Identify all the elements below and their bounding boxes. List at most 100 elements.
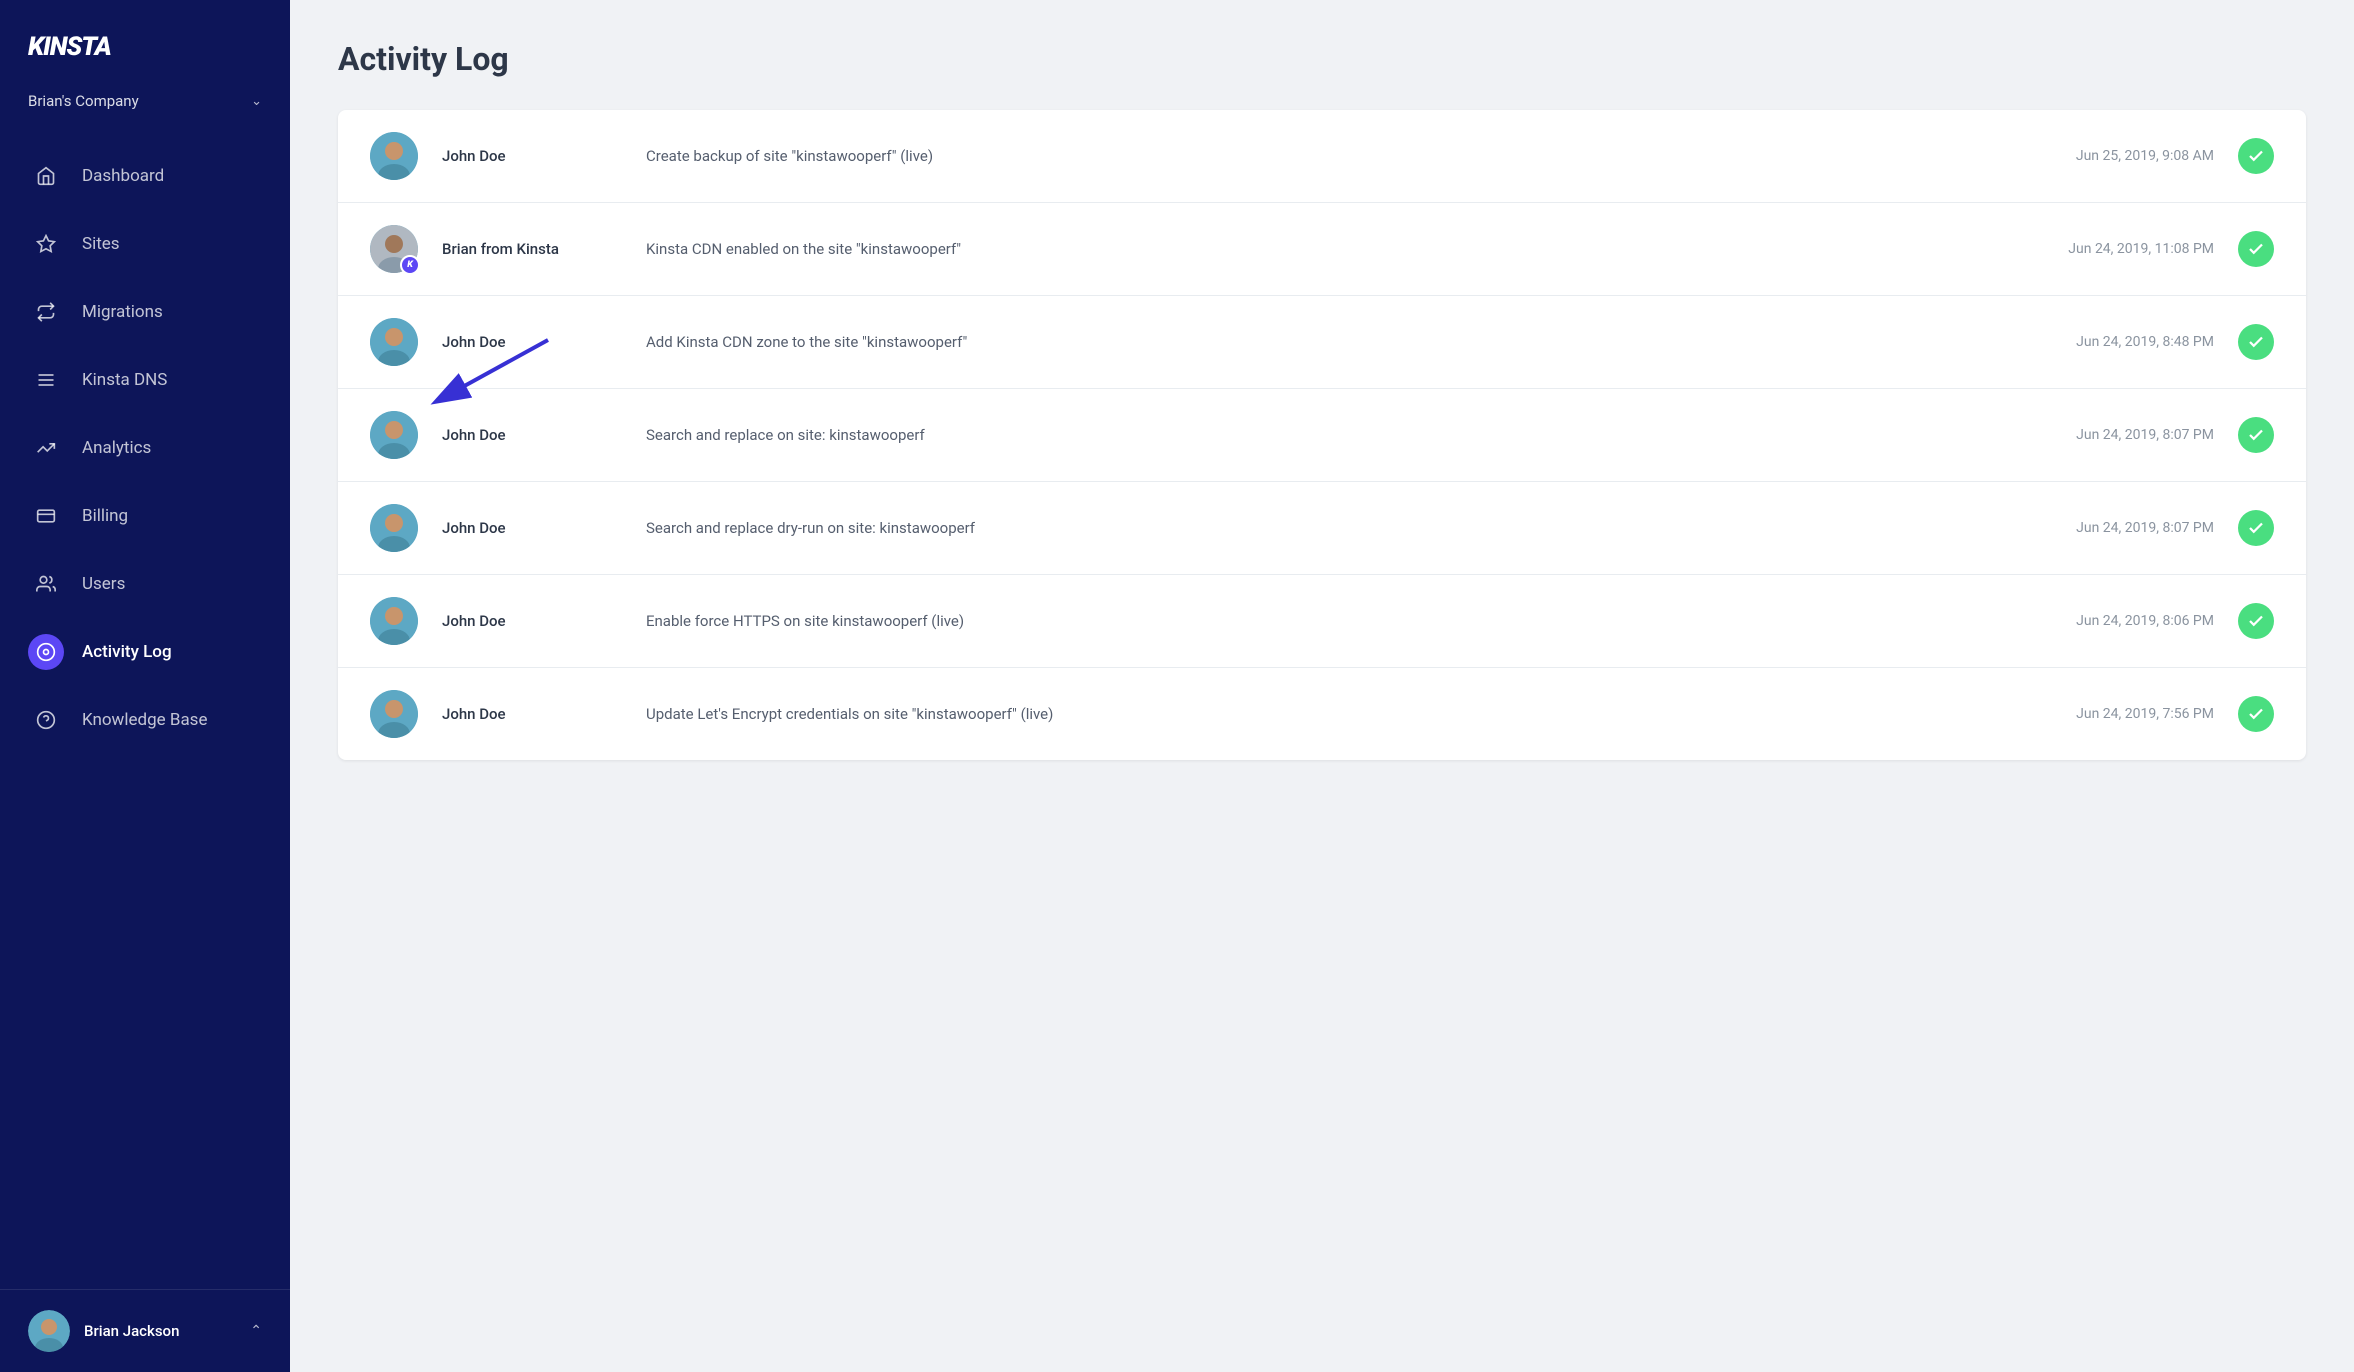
sidebar-item-knowledge-base[interactable]: Knowledge Base [0,686,290,754]
nav-icon-wrap-dns [28,362,64,398]
nav-icon-wrap-activity [28,634,64,670]
activity-time-row6: Jun 24, 2019, 8:06 PM [2014,613,2214,629]
knowledge-base-icon [36,710,56,730]
avatar-image [28,1310,70,1352]
avatar-circle-row4 [370,411,418,459]
user-info: Brian Jackson [28,1310,179,1352]
sidebar-item-sites[interactable]: Sites [0,210,290,278]
analytics-icon [36,438,56,458]
activity-action-row1: Create backup of site "kinstawooperf" (l… [646,147,1990,165]
table-row: John Doe Add Kinsta CDN zone to the site… [338,296,2306,389]
activity-avatar-row1 [370,132,418,180]
activity-avatar-row3 [370,318,418,366]
user-name: Brian Jackson [84,1322,179,1340]
nav-icon-wrap-billing [28,498,64,534]
activity-status-row7 [2238,696,2274,732]
sidebar-item-dashboard[interactable]: Dashboard [0,142,290,210]
check-icon-row2 [2247,240,2265,258]
table-row: John Doe Create backup of site "kinstawo… [338,110,2306,203]
activity-status-row1 [2238,138,2274,174]
activity-status-row4 [2238,417,2274,453]
sidebar-item-analytics[interactable]: Analytics [0,414,290,482]
activity-time-row5: Jun 24, 2019, 8:07 PM [2014,520,2214,536]
avatar-circle-row3 [370,318,418,366]
activity-avatar-row4 [370,411,418,459]
check-icon-row4 [2247,426,2265,444]
activity-list-wrapper: John Doe Create backup of site "kinstawo… [338,110,2306,760]
activity-status-row2 [2238,231,2274,267]
avatar-img-row1 [370,132,418,180]
sidebar-label-billing: Billing [82,506,128,526]
activity-time-row2: Jun 24, 2019, 11:08 PM [2014,241,2214,257]
billing-icon [36,506,56,526]
sidebar-label-knowledge-base: Knowledge Base [82,710,207,730]
nav-icon-wrap-dashboard [28,158,64,194]
table-row: John Doe Enable force HTTPS on site kins… [338,575,2306,668]
avatar-img-row3 [370,318,418,366]
avatar-circle-row5 [370,504,418,552]
nav-icon-wrap-migrations [28,294,64,330]
activity-user-row5: John Doe [442,519,622,537]
activity-avatar-row7 [370,690,418,738]
nav-icon-wrap-users [28,566,64,602]
nav-icon-wrap-knowledge [28,702,64,738]
main-content: Activity Log [290,0,2354,1372]
table-row: K Brian from Kinsta Kinsta CDN enabled o… [338,203,2306,296]
home-icon [36,166,56,186]
activity-action-row7: Update Let's Encrypt credentials on site… [646,705,1990,723]
avatar-img-row4 [370,411,418,459]
nav-icon-wrap-analytics [28,430,64,466]
dns-icon [36,370,56,390]
sidebar-item-migrations[interactable]: Migrations [0,278,290,346]
avatar-circle-row7 [370,690,418,738]
activity-time-row3: Jun 24, 2019, 8:48 PM [2014,334,2214,350]
activity-time-row1: Jun 25, 2019, 9:08 AM [2014,148,2214,164]
nav-icon-wrap-sites [28,226,64,262]
activity-log-icon [36,642,56,662]
activity-avatar-row5 [370,504,418,552]
activity-time-row7: Jun 24, 2019, 7:56 PM [2014,706,2214,722]
sidebar: KINSTA Brian's Company ⌄ Dashboard Sites [0,0,290,1372]
activity-user-row6: John Doe [442,612,622,630]
sidebar-item-users[interactable]: Users [0,550,290,618]
activity-time-row4: Jun 24, 2019, 8:07 PM [2014,427,2214,443]
avatar-img-row5 [370,504,418,552]
sidebar-label-activity-log: Activity Log [82,642,172,662]
sidebar-item-billing[interactable]: Billing [0,482,290,550]
company-name: Brian's Company [28,92,139,110]
check-icon-row5 [2247,519,2265,537]
page-title: Activity Log [338,40,2306,78]
sidebar-label-kinsta-dns: Kinsta DNS [82,370,167,390]
sidebar-nav: Dashboard Sites Migrations [0,134,290,1289]
activity-avatar-row2: K [370,225,418,273]
check-icon-row1 [2247,147,2265,165]
check-icon-row7 [2247,705,2265,723]
user-avatar [28,1310,70,1352]
activity-user-row2: Brian from Kinsta [442,240,622,258]
table-row: John Doe Search and replace on site: kin… [338,389,2306,482]
company-selector[interactable]: Brian's Company ⌄ [0,82,290,134]
table-row: John Doe Update Let's Encrypt credential… [338,668,2306,760]
chevron-down-icon: ⌄ [251,94,262,109]
activity-user-row1: John Doe [442,147,622,165]
activity-user-row3: John Doe [442,333,622,351]
activity-user-row4: John Doe [442,426,622,444]
sidebar-label-sites: Sites [82,234,120,254]
users-icon [36,574,56,594]
sites-icon [36,234,56,254]
activity-action-row3: Add Kinsta CDN zone to the site "kinstaw… [646,333,1990,351]
sidebar-label-dashboard: Dashboard [82,166,164,186]
kinsta-logo: KINSTA [28,32,262,62]
avatar-circle-row6 [370,597,418,645]
activity-status-row3 [2238,324,2274,360]
sidebar-label-migrations: Migrations [82,302,163,322]
avatar-img-row6 [370,597,418,645]
logo-area: KINSTA [0,0,290,82]
table-row: John Doe Search and replace dry-run on s… [338,482,2306,575]
sidebar-label-users: Users [82,574,125,594]
kinsta-badge: K [400,255,420,275]
sidebar-item-kinsta-dns[interactable]: Kinsta DNS [0,346,290,414]
sidebar-item-activity-log[interactable]: Activity Log [0,618,290,686]
user-profile-footer[interactable]: Brian Jackson ⌃ [0,1289,290,1372]
avatar-img-row7 [370,690,418,738]
